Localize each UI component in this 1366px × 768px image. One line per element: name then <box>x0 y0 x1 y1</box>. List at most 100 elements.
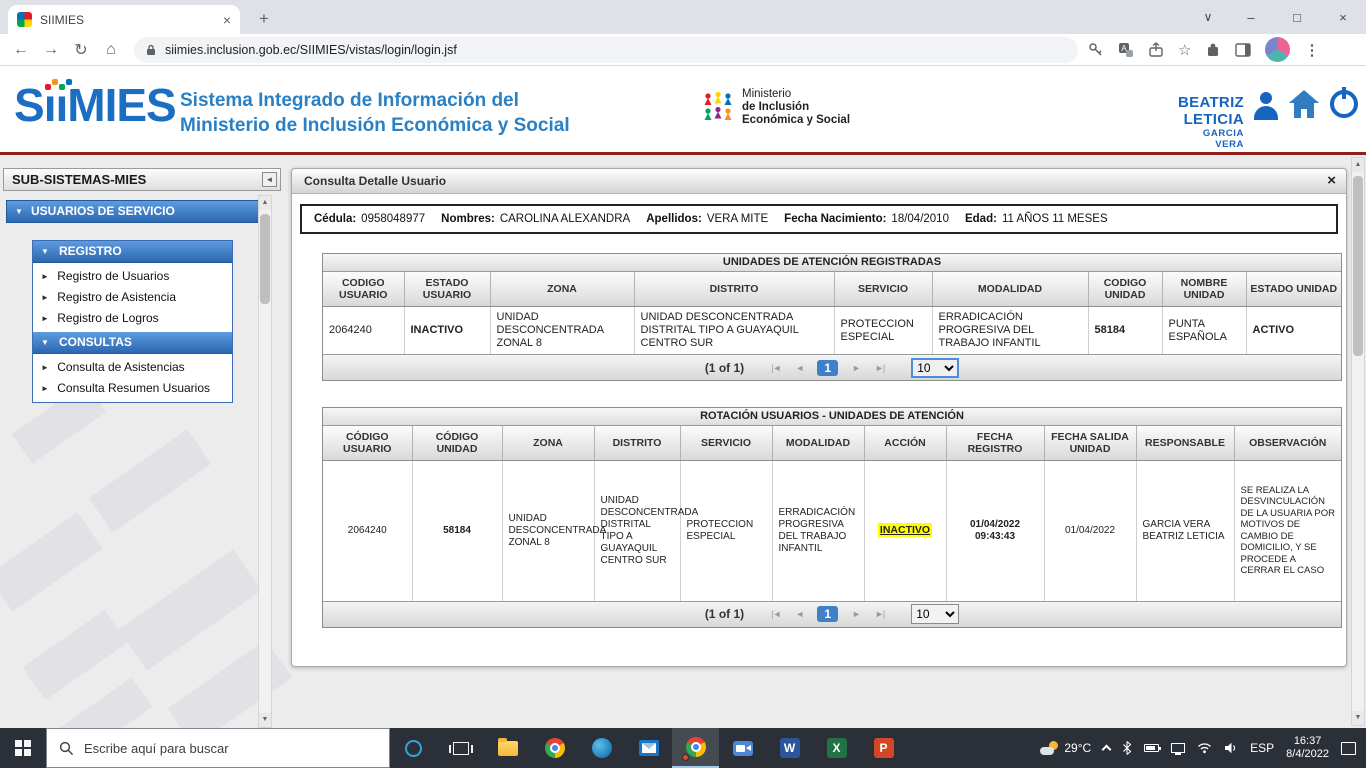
column-header[interactable]: RESPONSABLE <box>1136 426 1234 461</box>
sidebar-item-registro-de-logros[interactable]: ► Registro de Logros <box>33 308 232 329</box>
taskbar-clock[interactable]: 16:37 8/4/2022 <box>1286 735 1329 761</box>
profile-avatar[interactable] <box>1265 37 1290 62</box>
sidebar-item-usuarios-de-servicio[interactable]: ▼ USUARIOS DE SERVICIO <box>6 200 262 223</box>
column-header[interactable]: CÓDIGO USUARIO <box>323 426 412 461</box>
column-header[interactable]: SERVICIO <box>680 426 772 461</box>
address-bar[interactable]: siimies.inclusion.gob.ec/SIIMIES/vistas/… <box>134 37 1078 63</box>
forward-button[interactable]: → <box>36 41 66 59</box>
share-icon[interactable] <box>1148 42 1164 58</box>
extensions-icon[interactable] <box>1205 42 1221 58</box>
column-header[interactable]: OBSERVACIÓN <box>1234 426 1341 461</box>
tab-close-icon[interactable]: × <box>223 12 231 28</box>
hidden-icons-chevron[interactable] <box>1102 745 1112 755</box>
video-app-button[interactable] <box>719 728 766 768</box>
outlook-button[interactable] <box>625 728 672 768</box>
home-button[interactable]: ⌂ <box>96 41 126 59</box>
column-header[interactable]: CÓDIGO UNIDAD <box>412 426 502 461</box>
language-indicator[interactable]: ESP <box>1250 741 1274 755</box>
display-icon[interactable] <box>1171 743 1185 753</box>
chrome-active-button[interactable] <box>672 728 719 768</box>
column-header[interactable]: MODALIDAD <box>932 272 1088 307</box>
paginator-prev-button[interactable]: ◄ <box>791 361 807 375</box>
scrollbar-thumb[interactable] <box>1353 176 1363 356</box>
action-center-icon[interactable] <box>1341 742 1356 755</box>
paginator-page-button[interactable]: 1 <box>817 360 838 376</box>
wifi-icon[interactable] <box>1197 742 1212 754</box>
sidebar-item-consulta-resumen-usuarios[interactable]: ► Consulta Resumen Usuarios <box>33 378 232 399</box>
side-panel-icon[interactable] <box>1235 43 1251 57</box>
scrollbar-thumb[interactable] <box>260 214 270 304</box>
tab-search-chevron-icon[interactable]: ∨ <box>1188 10 1228 24</box>
column-header[interactable]: MODALIDAD <box>772 426 864 461</box>
battery-icon[interactable] <box>1144 744 1159 752</box>
word-button[interactable]: W <box>766 728 813 768</box>
reload-button[interactable]: ↻ <box>66 40 96 60</box>
scroll-up-icon[interactable]: ▲ <box>259 196 271 210</box>
logout-power-icon[interactable] <box>1330 90 1358 118</box>
column-header[interactable]: ZONA <box>502 426 594 461</box>
sidebar-item-registro-de-usuarios[interactable]: ► Registro de Usuarios <box>33 266 232 287</box>
paginator-next-button[interactable]: ► <box>848 361 864 375</box>
paginator-last-button[interactable]: ►| <box>871 361 888 375</box>
back-button[interactable]: ← <box>6 41 36 59</box>
window-maximize-button[interactable]: □ <box>1274 10 1320 25</box>
main-scrollbar[interactable]: ▲ ▼ <box>1351 157 1365 726</box>
browser-menu-icon[interactable]: ⋮ <box>1304 41 1319 59</box>
bluetooth-icon[interactable] <box>1122 741 1132 755</box>
start-button[interactable] <box>0 728 46 768</box>
column-header[interactable]: CODIGO USUARIO <box>323 272 404 307</box>
paginator-first-button[interactable]: |◄ <box>767 361 784 375</box>
translate-icon[interactable]: A <box>1118 42 1134 58</box>
sidebar-collapse-button[interactable]: ◄ <box>262 172 277 187</box>
column-header[interactable]: ESTADO USUARIO <box>404 272 490 307</box>
task-view-button[interactable] <box>437 728 484 768</box>
table-row[interactable]: 2064240 INACTIVO UNIDAD DESCONCENTRADA Z… <box>323 307 1341 355</box>
password-key-icon[interactable] <box>1088 42 1104 58</box>
rows-per-page-select[interactable]: 10 <box>911 358 959 378</box>
cortana-button[interactable] <box>390 728 437 768</box>
paginator-last-button[interactable]: ►| <box>871 607 888 621</box>
column-header[interactable]: FECHA REGISTRO <box>946 426 1044 461</box>
column-header[interactable]: ESTADO UNIDAD <box>1246 272 1341 307</box>
paginator-first-button[interactable]: |◄ <box>767 607 784 621</box>
user-profile-icon[interactable] <box>1252 92 1280 122</box>
sidebar-item-consulta-de-asistencias[interactable]: ► Consulta de Asistencias <box>33 357 232 378</box>
column-header[interactable]: FECHA SALIDA UNIDAD <box>1044 426 1136 461</box>
column-header[interactable]: DISTRITO <box>634 272 834 307</box>
sidebar-scrollbar[interactable]: ▲ ▼ <box>258 195 272 728</box>
column-header[interactable]: CODIGO UNIDAD <box>1088 272 1162 307</box>
paginator-prev-button[interactable]: ◄ <box>791 607 807 621</box>
arrow-bullet-icon: ► <box>41 384 49 393</box>
bookmark-star-icon[interactable]: ☆ <box>1178 41 1191 59</box>
powerpoint-button[interactable]: P <box>860 728 907 768</box>
sidebar-item-registro-de-asistencia[interactable]: ► Registro de Asistencia <box>33 287 232 308</box>
browser-tab[interactable]: SIIMIES × <box>8 5 240 34</box>
panel-close-icon[interactable]: × <box>1327 169 1336 193</box>
scroll-up-icon[interactable]: ▲ <box>1352 158 1364 172</box>
column-header[interactable]: DISTRITO <box>594 426 680 461</box>
paginator-next-button[interactable]: ► <box>848 607 864 621</box>
window-close-button[interactable]: × <box>1320 10 1366 25</box>
chrome-button[interactable] <box>531 728 578 768</box>
scroll-down-icon[interactable]: ▼ <box>1352 711 1364 725</box>
column-header[interactable]: ZONA <box>490 272 634 307</box>
window-minimize-button[interactable]: – <box>1228 10 1274 25</box>
home-nav-icon[interactable] <box>1288 90 1320 122</box>
column-header[interactable]: NOMBRE UNIDAD <box>1162 272 1246 307</box>
file-explorer-button[interactable] <box>484 728 531 768</box>
edge-button[interactable] <box>578 728 625 768</box>
paginator-page-button[interactable]: 1 <box>817 606 838 622</box>
taskbar-search-input[interactable]: Escribe aquí para buscar <box>46 728 390 768</box>
new-tab-button[interactable]: + <box>252 8 276 32</box>
sidebar-section-registro[interactable]: ▼ REGISTRO <box>33 241 232 263</box>
sidebar-item-label: Registro de Usuarios <box>57 269 169 283</box>
column-header[interactable]: ACCIÓN <box>864 426 946 461</box>
scroll-down-icon[interactable]: ▼ <box>259 713 271 727</box>
rows-per-page-select[interactable]: 10 <box>911 604 959 624</box>
weather-widget[interactable]: 29°C <box>1040 741 1091 755</box>
table-row[interactable]: 2064240 58184 UNIDAD DESCONCENTRADA ZONA… <box>323 461 1341 601</box>
volume-icon[interactable] <box>1224 742 1238 754</box>
sidebar-section-consultas[interactable]: ▼ CONSULTAS <box>33 332 232 354</box>
excel-button[interactable]: X <box>813 728 860 768</box>
column-header[interactable]: SERVICIO <box>834 272 932 307</box>
